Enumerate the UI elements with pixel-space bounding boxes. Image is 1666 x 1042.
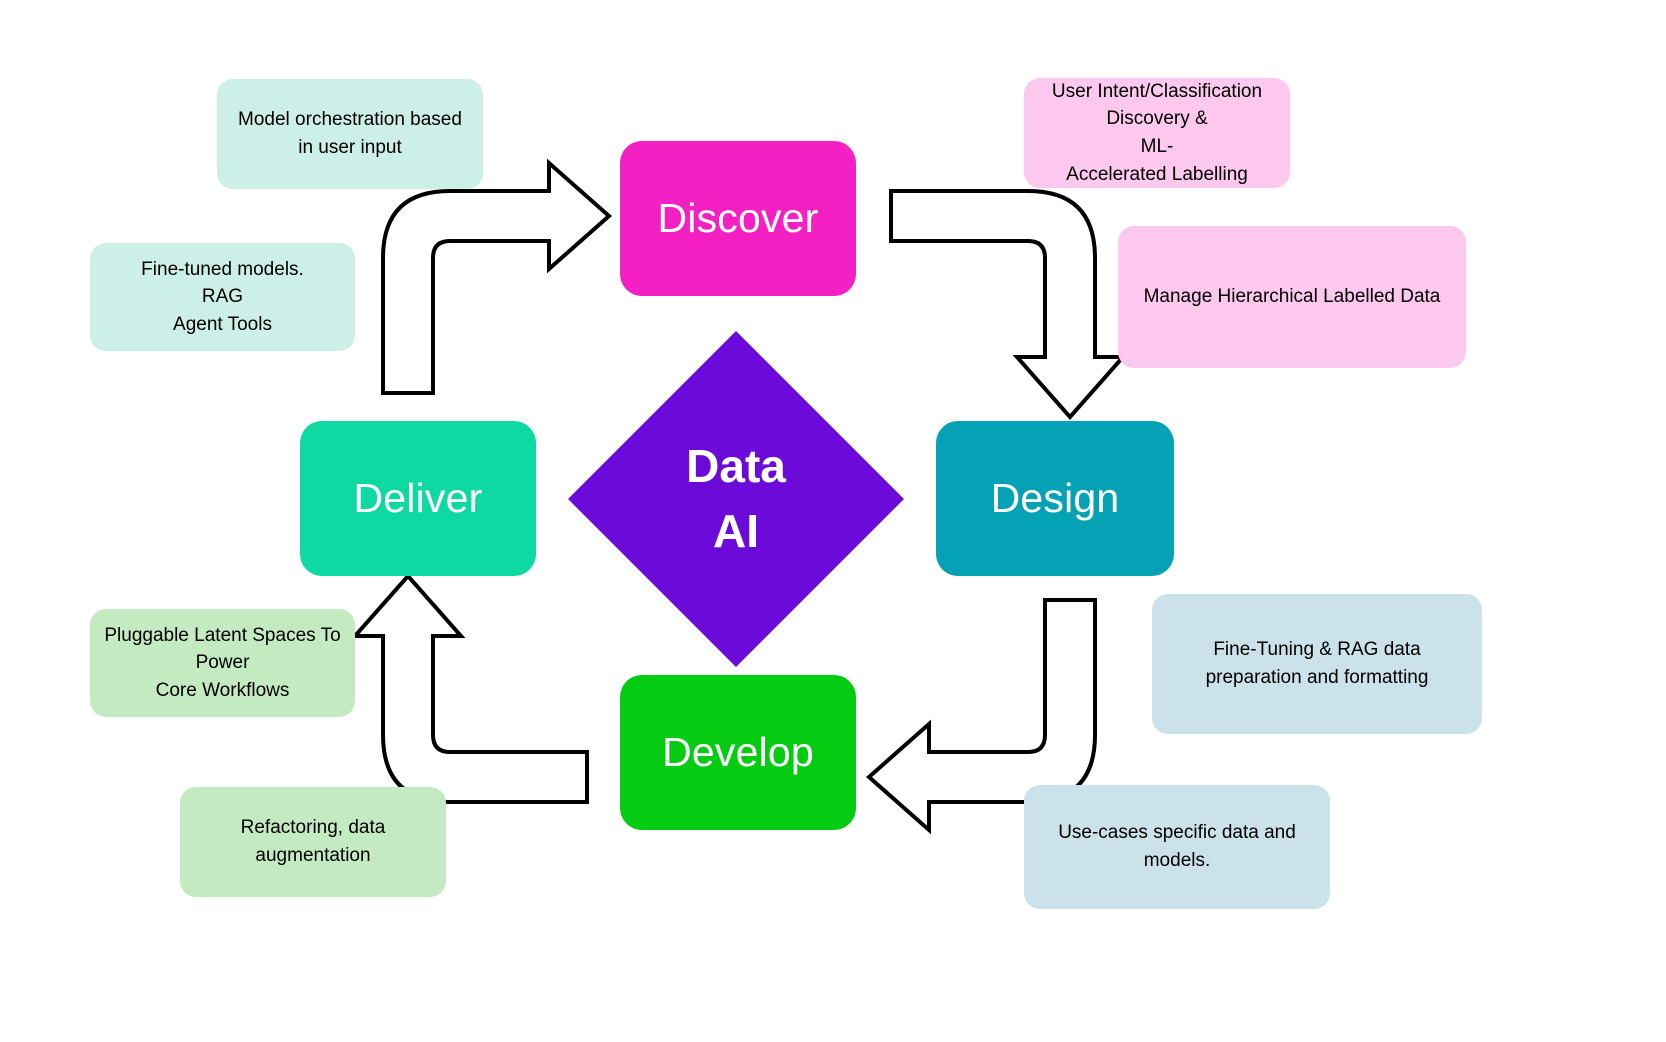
note-use-cases: Use-cases specific data and models. [1024,785,1330,909]
diamond-label-line2: AI [713,505,759,557]
stage-node-discover[interactable]: Discover [620,141,856,296]
note-manage-hierarchical-text: Manage Hierarchical Labelled Data [1143,286,1441,308]
arrow-discover-to-design [889,189,1128,421]
note-refactoring-text: Refactoring, data augmentation [240,817,386,866]
stage-label-design: Design [990,475,1120,521]
note-use-cases-text: Use-cases specific data and models. [1058,822,1296,871]
stage-label-discover: Discover [657,195,819,241]
center-diamond: Data AI [568,331,904,667]
stage-node-design[interactable]: Design [936,421,1174,576]
note-manage-hierarchical: Manage Hierarchical Labelled Data [1118,226,1466,368]
stage-node-develop[interactable]: Develop [620,675,856,830]
note-user-intent: User Intent/Classification Discovery & M… [1024,78,1290,188]
note-refactoring: Refactoring, data augmentation [180,787,446,897]
note-fine-tuning-rag: Fine-Tuning & RAG data preparation and f… [1152,594,1482,734]
note-fine-tuned-models-text: Fine-tuned models. RAG Agent Tools [141,258,304,335]
note-pluggable-latent-spaces-text: Pluggable Latent Spaces To Power Core Wo… [104,624,341,701]
diagram-canvas: Data AI Discover Design Develop Deliver … [0,0,1666,1042]
stage-label-develop: Develop [662,729,814,775]
diamond-label: Data AI [568,331,904,667]
note-model-orchestration: Model orchestration based in user input [217,79,483,189]
stage-node-deliver[interactable]: Deliver [300,421,536,576]
note-fine-tuned-models: Fine-tuned models. RAG Agent Tools [90,243,355,351]
note-pluggable-latent-spaces: Pluggable Latent Spaces To Power Core Wo… [90,609,355,717]
note-fine-tuning-rag-text: Fine-Tuning & RAG data preparation and f… [1205,639,1429,688]
note-model-orchestration-text: Model orchestration based in user input [238,109,462,158]
stage-label-deliver: Deliver [353,475,483,521]
arrow-develop-to-deliver [350,572,589,804]
note-user-intent-text: User Intent/Classification Discovery & M… [1051,80,1263,185]
diamond-label-line1: Data [686,439,786,492]
